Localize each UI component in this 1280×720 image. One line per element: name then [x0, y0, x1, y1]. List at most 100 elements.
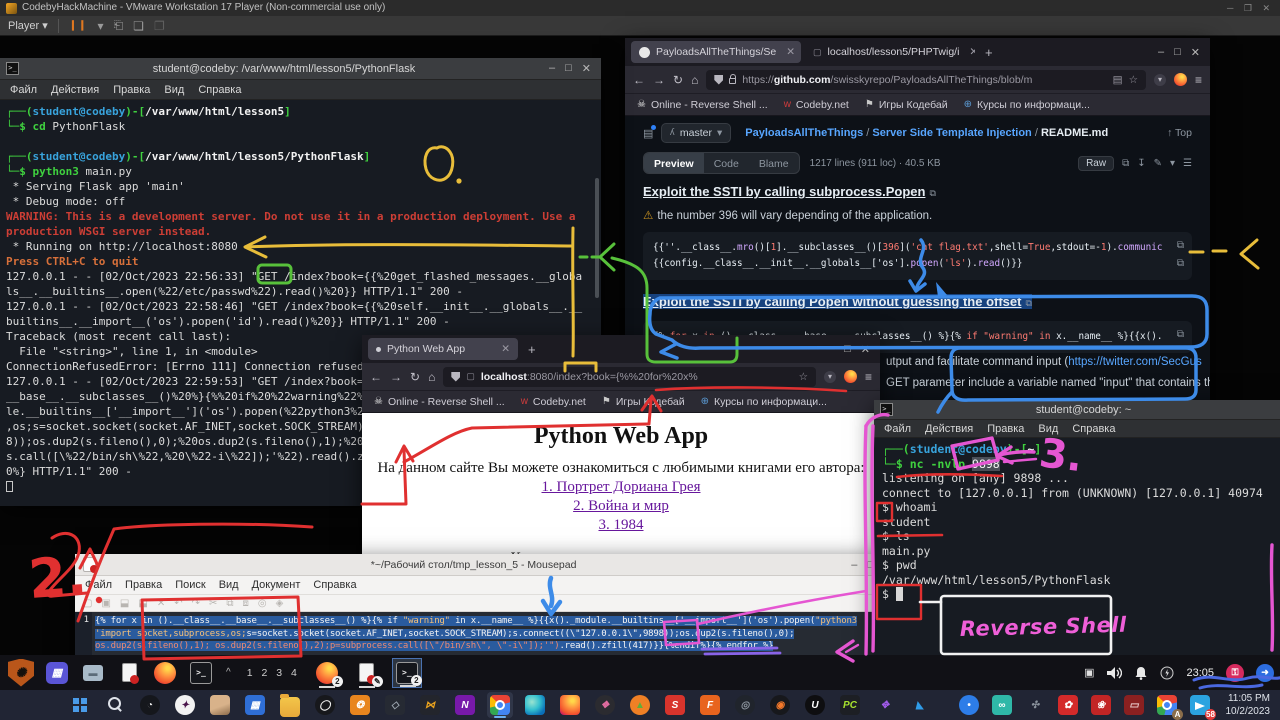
firefox-account-icon[interactable] — [844, 370, 857, 383]
url-bar[interactable]: ▢ localhost:8080/index?book={%%20for%20x… — [443, 367, 816, 387]
undo-icon[interactable]: ↶ — [174, 598, 182, 609]
bookmark-item[interactable]: ⚑Игры Кодебай — [602, 396, 685, 408]
bookmark-item[interactable]: ☠Online - Reverse Shell ... — [637, 99, 768, 111]
sidebar-toggle-icon[interactable]: ▤ — [643, 127, 653, 140]
book-link[interactable]: 1. Портрет Дориана Грея — [542, 479, 701, 495]
home-button[interactable]: ⌂ — [691, 73, 698, 87]
book-link[interactable]: 2. Война и мир — [573, 498, 669, 514]
tab-python-web-app[interactable]: Python Web App ✕ — [368, 338, 518, 360]
book-link[interactable]: 3. 1984 — [599, 517, 644, 533]
menu-item-Справка[interactable]: Справка — [198, 84, 241, 96]
url-bar[interactable]: https://github.com/swisskyrepo/PayloadsA… — [706, 70, 1146, 90]
telegram-icon[interactable]: 58 — [1187, 692, 1213, 718]
heading-subprocess-popen[interactable]: Exploit the SSTI by calling subprocess.P… — [643, 184, 1192, 199]
player-menu[interactable]: Player ▾ — [8, 19, 48, 32]
rounded-black-app-icon[interactable]: ◯ — [312, 692, 338, 718]
heading-popen-no-offset[interactable]: Exploit the SSTI by calling Popen withou… — [643, 294, 1032, 309]
outline-icon[interactable]: ☰ — [1183, 158, 1192, 169]
file-explorer-icon[interactable] — [277, 692, 303, 718]
notifications-bell-icon[interactable] — [1134, 666, 1148, 680]
save-as-icon[interactable]: ⬓ — [138, 598, 147, 609]
scrollbar[interactable] — [595, 178, 599, 298]
search-button[interactable] — [102, 692, 128, 718]
titlebar[interactable]: *~/Рабочий стол/tmp_lesson_5 - Mousepad … — [75, 554, 886, 576]
calendar-icon[interactable]: ▦ — [242, 692, 268, 718]
firefox-icon[interactable] — [557, 692, 583, 718]
terminal-launcher-icon[interactable]: >_ — [186, 658, 216, 688]
menu-item-Действия[interactable]: Действия — [925, 423, 973, 435]
3d-viewer-icon[interactable]: ◇ — [382, 692, 408, 718]
f-app-icon[interactable]: F — [697, 692, 723, 718]
substance-app-icon[interactable]: S — [662, 692, 688, 718]
tab-payloadsallthethings[interactable]: PayloadsAllTheThings/Se ✕ — [631, 41, 801, 63]
panel-collapse-button[interactable]: ^ — [222, 667, 235, 678]
photos-app-icon[interactable] — [207, 692, 233, 718]
app-menu-icon[interactable]: ▦ — [42, 658, 72, 688]
carrot-app-icon[interactable]: ▲ — [627, 692, 653, 718]
vscode-icon[interactable]: ◣ — [907, 692, 933, 718]
menu-item-Вид[interactable]: Вид — [219, 579, 239, 591]
send-cad-icon[interactable]: ⎗ — [114, 18, 124, 33]
firefox-launcher-icon[interactable] — [150, 658, 180, 688]
copy-code-icon[interactable]: ⧉ — [1177, 329, 1184, 340]
titlebar[interactable]: >_ student@codeby: /var/www/html/lesson5… — [0, 58, 601, 80]
save-icon[interactable]: ⬓ — [120, 598, 129, 609]
window-controls[interactable]: –□✕ — [828, 343, 874, 356]
download-icon[interactable]: ↧ — [1137, 158, 1145, 169]
paste-icon[interactable]: ⧈ — [243, 598, 249, 609]
reload-button[interactable]: ↻ — [673, 73, 683, 87]
menu-item-Документ[interactable]: Документ — [252, 579, 301, 591]
onenote-icon[interactable]: N — [452, 692, 478, 718]
firefox-window-button[interactable]: 2 — [312, 658, 342, 688]
davinci-resolve-icon[interactable]: ❖ — [592, 692, 618, 718]
vm-clock[interactable]: 23:05 — [1186, 667, 1214, 679]
screen-recorder-icon[interactable]: ▭ — [1121, 692, 1147, 718]
reload-button[interactable]: ↻ — [410, 370, 420, 384]
copy-code-icon[interactable]: ⧉ — [1177, 240, 1184, 251]
menu-icon[interactable]: ≡ — [865, 370, 872, 384]
tracking-shield-icon[interactable] — [714, 75, 723, 85]
gray-app-icon[interactable]: ✣ — [1022, 692, 1048, 718]
menu-item-Вид[interactable]: Вид — [164, 84, 184, 96]
terminal-window-button[interactable]: >_2 — [392, 658, 422, 688]
power-manager-icon[interactable] — [1160, 666, 1174, 680]
reader-view-icon[interactable]: ▤ — [1113, 74, 1123, 86]
workspace-pager[interactable]: 1 2 3 4 — [241, 667, 306, 679]
chrome-icon[interactable] — [487, 692, 513, 718]
menu-item-Действия[interactable]: Действия — [51, 84, 99, 96]
close-tab-icon[interactable]: ✕ — [501, 343, 510, 355]
speedtest-icon[interactable]: ◔ — [137, 692, 163, 718]
copy-icon[interactable]: ⧉ — [226, 598, 233, 609]
dark-circle-app-icon[interactable]: ◎ — [732, 692, 758, 718]
bookmark-item[interactable]: ⊕Курсы по информаци... — [964, 99, 1090, 111]
tab-code[interactable]: Code — [704, 153, 749, 173]
windows-clock[interactable]: 11:05 PM 10/2/2023 — [1226, 692, 1271, 718]
titlebar[interactable]: >_ student@codeby: ~ — [874, 400, 1280, 420]
firefox-account-icon[interactable] — [1174, 73, 1187, 86]
breadcrumb-folder-link[interactable]: Server Side Template Injection — [872, 127, 1031, 139]
menu-icon[interactable]: ≡ — [1195, 73, 1202, 87]
menu-item-Правка[interactable]: Правка — [987, 423, 1024, 435]
orange-gear-app-icon[interactable]: ❂ — [347, 692, 373, 718]
find-icon[interactable]: ◎ — [258, 598, 267, 609]
copy-code-icon[interactable]: ⧉ — [1177, 258, 1184, 269]
mousepad-window-button[interactable]: ✎ — [352, 658, 382, 688]
menu-item-Правка[interactable]: Правка — [125, 579, 162, 591]
bookmark-item[interactable]: ⊕Курсы по информаци... — [701, 396, 827, 408]
menu-item-Файл[interactable]: Файл — [884, 423, 911, 435]
pause-vm-button[interactable]: ❙❙ — [69, 20, 88, 31]
slack-icon[interactable]: ✦ — [172, 692, 198, 718]
open-icon[interactable]: ▣ — [101, 598, 110, 609]
menu-item-Файл[interactable]: Файл — [10, 84, 37, 96]
raw-button[interactable]: Raw — [1078, 156, 1114, 171]
start-button[interactable] — [67, 692, 93, 718]
replace-icon[interactable]: ◈ — [276, 598, 284, 609]
forward-button[interactable]: → — [390, 370, 402, 384]
tab-preview[interactable]: Preview — [644, 153, 704, 173]
vmware-titlebar[interactable]: CodebyHackMachine - VMware Workstation 1… — [0, 0, 1280, 16]
tab-blame[interactable]: Blame — [749, 153, 799, 173]
bookmark-item[interactable]: ⚑Игры Кодебай — [865, 99, 948, 111]
tab-localhost-phptwig[interactable]: ▢ localhost/lesson5/PHPTwig/i ✕ — [805, 41, 975, 63]
visual-studio-icon[interactable]: ✥ — [872, 692, 898, 718]
close-tab-icon[interactable]: ✕ — [969, 46, 975, 58]
